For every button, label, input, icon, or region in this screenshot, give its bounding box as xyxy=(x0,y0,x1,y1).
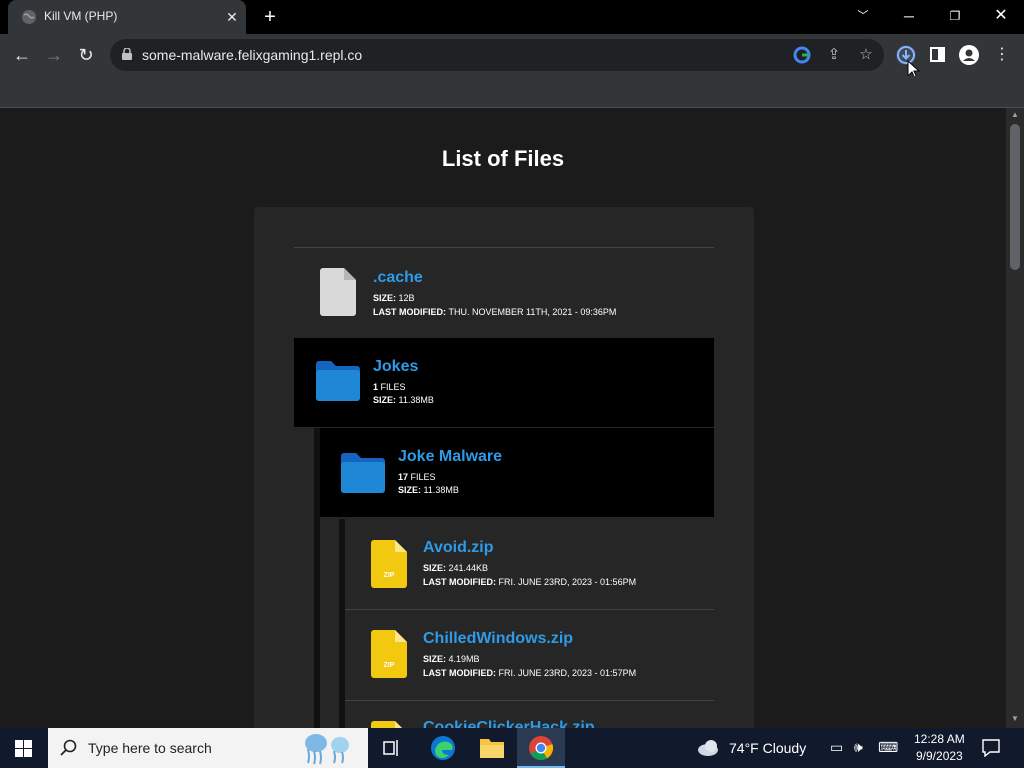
tab-title: Kill VM (PHP) xyxy=(44,9,118,23)
bookmarks-bar xyxy=(0,76,1024,108)
folder-size: SIZE: 11.38MB xyxy=(398,485,459,495)
folder-icon xyxy=(316,361,360,401)
page-scrollbar[interactable]: ▲ ▼ xyxy=(1006,108,1024,728)
search-placeholder: Type here to search xyxy=(88,740,212,756)
file-size: SIZE: 241.44KB xyxy=(423,563,489,573)
share-icon[interactable]: ⇪ xyxy=(824,45,844,65)
bookmark-star-icon[interactable]: ☆ xyxy=(856,45,876,65)
folder-icon xyxy=(341,453,385,493)
new-tab-icon[interactable]: + xyxy=(259,6,281,28)
file-entry-cache[interactable]: .cache SIZE: 12B LAST MODIFIED: THU. NOV… xyxy=(294,248,714,337)
cloudy-weather-icon xyxy=(698,740,718,756)
file-icon xyxy=(320,268,356,316)
file-size: SIZE: 4.19MB xyxy=(423,654,480,664)
zip-badge: ZIP xyxy=(383,572,395,579)
folder-size: SIZE: 11.38MB xyxy=(373,395,434,405)
search-icon xyxy=(60,739,77,756)
weather-text[interactable]: 74°F Cloudy xyxy=(729,740,806,756)
side-panel-icon[interactable] xyxy=(930,47,945,62)
clock-time[interactable]: 12:28 AM xyxy=(914,732,965,746)
keyboard-icon[interactable]: ⌨ xyxy=(878,739,898,756)
file-entry-avoid-zip[interactable]: ZIP Avoid.zip SIZE: 241.44KB LAST MODIFI… xyxy=(345,519,714,608)
taskbar-chrome-active[interactable] xyxy=(517,728,565,768)
file-modified: LAST MODIFIED: FRI. JUNE 23RD, 2023 - 01… xyxy=(423,577,637,587)
page-title: List of Files xyxy=(441,146,565,171)
file-entry-cookieclickerhack-zip[interactable]: CookieClickerHack.zip xyxy=(345,701,714,728)
zip-file-icon xyxy=(371,630,407,678)
file-size: SIZE: 12B xyxy=(373,293,415,303)
file-explorer-icon[interactable] xyxy=(479,736,505,760)
restore-icon[interactable]: ❐ xyxy=(932,0,978,32)
file-modified: LAST MODIFIED: FRI. JUNE 23RD, 2023 - 01… xyxy=(423,668,637,678)
reload-icon[interactable]: ↻ xyxy=(74,43,98,67)
scroll-down-icon[interactable]: ▼ xyxy=(1006,712,1024,726)
url-text: some-malware.felixgaming1.repl.co xyxy=(142,47,363,63)
tab-strip: Kill VM (PHP) ✕ + ﹀ ─ ❐ ✕ xyxy=(0,0,1024,34)
tab-search-chevron-icon[interactable]: ﹀ xyxy=(840,0,886,32)
jellyfish-illustration-icon xyxy=(305,734,349,765)
folder-entry-joke-malware[interactable]: Joke Malware 17 FILES SIZE: 11.38MB xyxy=(320,428,714,517)
folder-file-count: 17 FILES xyxy=(398,472,436,482)
file-name[interactable]: .cache xyxy=(373,269,423,287)
folder-file-count: 1 FILES xyxy=(373,382,406,392)
tab-close-icon[interactable]: ✕ xyxy=(222,7,242,27)
google-lens-icon[interactable] xyxy=(792,45,812,65)
profile-avatar-icon[interactable] xyxy=(959,45,979,65)
scroll-up-icon[interactable]: ▲ xyxy=(1006,108,1024,122)
address-bar[interactable]: some-malware.felixgaming1.repl.co ⇪ ☆ xyxy=(110,39,884,71)
browser-toolbar: ← → ↻ some-malware.felixgaming1.repl.co … xyxy=(0,34,1024,80)
folder-name[interactable]: Joke Malware xyxy=(398,448,502,466)
file-name[interactable]: ChilledWindows.zip xyxy=(423,630,573,648)
back-icon[interactable]: ← xyxy=(10,43,34,67)
edge-browser-icon[interactable] xyxy=(430,735,456,761)
notifications-icon[interactable] xyxy=(982,739,1000,757)
zip-file-icon xyxy=(371,721,402,728)
zip-file-icon xyxy=(371,540,407,588)
zip-badge: ZIP xyxy=(383,662,395,669)
file-modified: LAST MODIFIED: THU. NOVEMBER 11TH, 2021 … xyxy=(373,307,617,317)
page-viewport: List of Files .cache SIZE: 12B LAST MODI… xyxy=(0,108,1006,728)
taskbar-search-box[interactable]: Type here to search xyxy=(48,728,368,768)
file-entry-chilledwindows-zip[interactable]: ZIP ChilledWindows.zip SIZE: 4.19MB LAST… xyxy=(345,610,714,699)
window-close-icon[interactable]: ✕ xyxy=(978,0,1024,32)
chrome-icon xyxy=(529,736,554,761)
tab-kill-vm[interactable]: Kill VM (PHP) ✕ xyxy=(8,0,246,34)
file-name[interactable]: Avoid.zip xyxy=(423,539,494,557)
file-name[interactable]: CookieClickerHack.zip xyxy=(423,719,595,728)
forward-icon[interactable]: → xyxy=(42,43,66,67)
minimize-icon[interactable]: ─ xyxy=(886,0,932,32)
file-list-card: .cache SIZE: 12B LAST MODIFIED: THU. NOV… xyxy=(254,207,754,728)
network-icon[interactable]: ▭ xyxy=(830,739,843,756)
folder-name[interactable]: Jokes xyxy=(373,358,418,376)
volume-icon[interactable]: 🕪 xyxy=(854,739,863,756)
task-view-icon[interactable] xyxy=(383,739,401,757)
taskbar: Type here to search 74°F Cloudy ▭ 🕪 ⌨ 12… xyxy=(0,728,1024,768)
clock-date[interactable]: 9/9/2023 xyxy=(916,749,963,763)
folder-entry-jokes[interactable]: Jokes 1 FILES SIZE: 11.38MB xyxy=(294,338,714,427)
globe-icon xyxy=(22,10,36,24)
menu-kebab-icon[interactable]: ⋮ xyxy=(990,43,1014,67)
lock-icon xyxy=(122,48,132,60)
windows-start-icon[interactable] xyxy=(15,740,32,757)
scroll-thumb[interactable] xyxy=(1010,124,1020,270)
